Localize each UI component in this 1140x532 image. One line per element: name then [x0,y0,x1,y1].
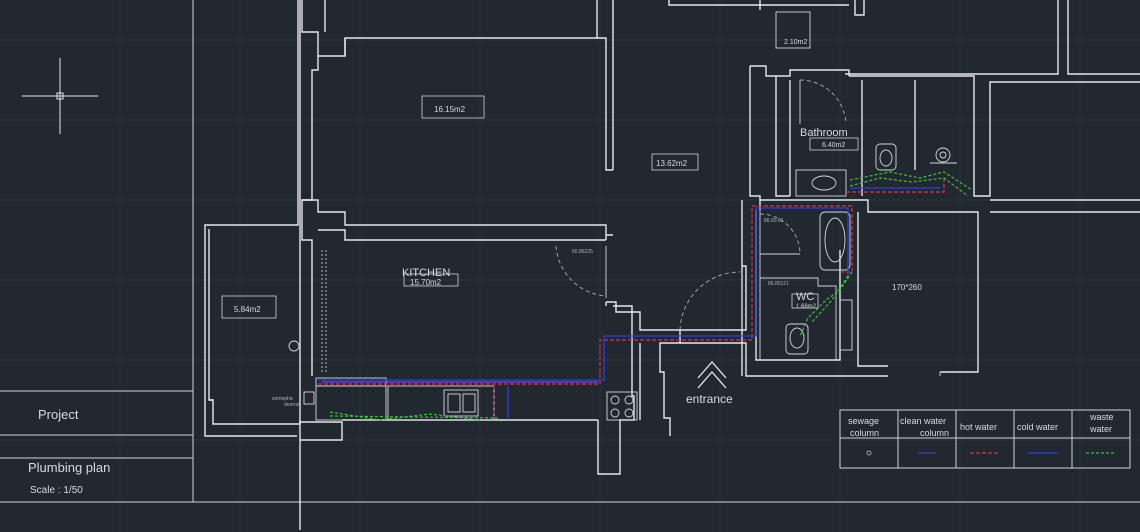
balcony-area: 5.84m2 [234,305,261,314]
pipes [318,171,973,421]
legend-header-cold: cold water [1017,422,1058,432]
wc-name: WC [796,291,814,303]
fixtures [288,143,957,421]
project-label: Project [38,407,79,422]
svg-text:60.86225: 60.86225 [572,249,593,255]
walls [204,0,1140,530]
legend-header-waste: waste water [1089,412,1114,434]
legend-sample-sewage [866,450,872,456]
crosshair-cursor-icon [22,58,98,134]
bathroom-area: 6.40m2 [822,142,845,149]
background-grid [0,0,1140,532]
kitchen-area: 15.70m2 [410,278,442,287]
svg-text:86.60.61: 86.60.61 [764,218,784,224]
room-2-area: 13.62m2 [656,159,688,168]
legend-header-hot: hot water [960,422,997,432]
room-1-area: 16.15m2 [434,105,466,114]
entrance-arrow-icon [697,361,727,389]
bathroom-name: Bathroom [800,127,848,139]
legend-header-clean: clean water column [900,416,949,438]
title-block-text: Project Plumbing plan Scale : 1/50 [28,407,110,496]
plumbing-plan-canvas[interactable]: 60.86225 86.60.61 86.80121 somephic door… [0,0,1140,532]
legend-header-sewage: sewage [848,416,879,426]
wc-area: 1.68m2 [796,304,817,310]
entrance-label: entrance [686,392,733,406]
top-room-area: 2.10m2 [784,39,807,46]
legend-header-sewage-2: column [850,428,879,438]
scale-label: Scale : 1/50 [30,485,83,496]
svg-text:86.80121: 86.80121 [768,281,789,287]
legend-table: sewage column clean water column hot wate… [839,409,1131,469]
dimension-note: 170*260 [892,283,922,292]
room-labels: 2.10m2 16.15m2 13.62m2 Bathroom 6.40m2 K… [234,39,922,406]
svg-text:doorno: doorno [284,402,300,408]
sheet-title: Plumbing plan [28,460,110,475]
